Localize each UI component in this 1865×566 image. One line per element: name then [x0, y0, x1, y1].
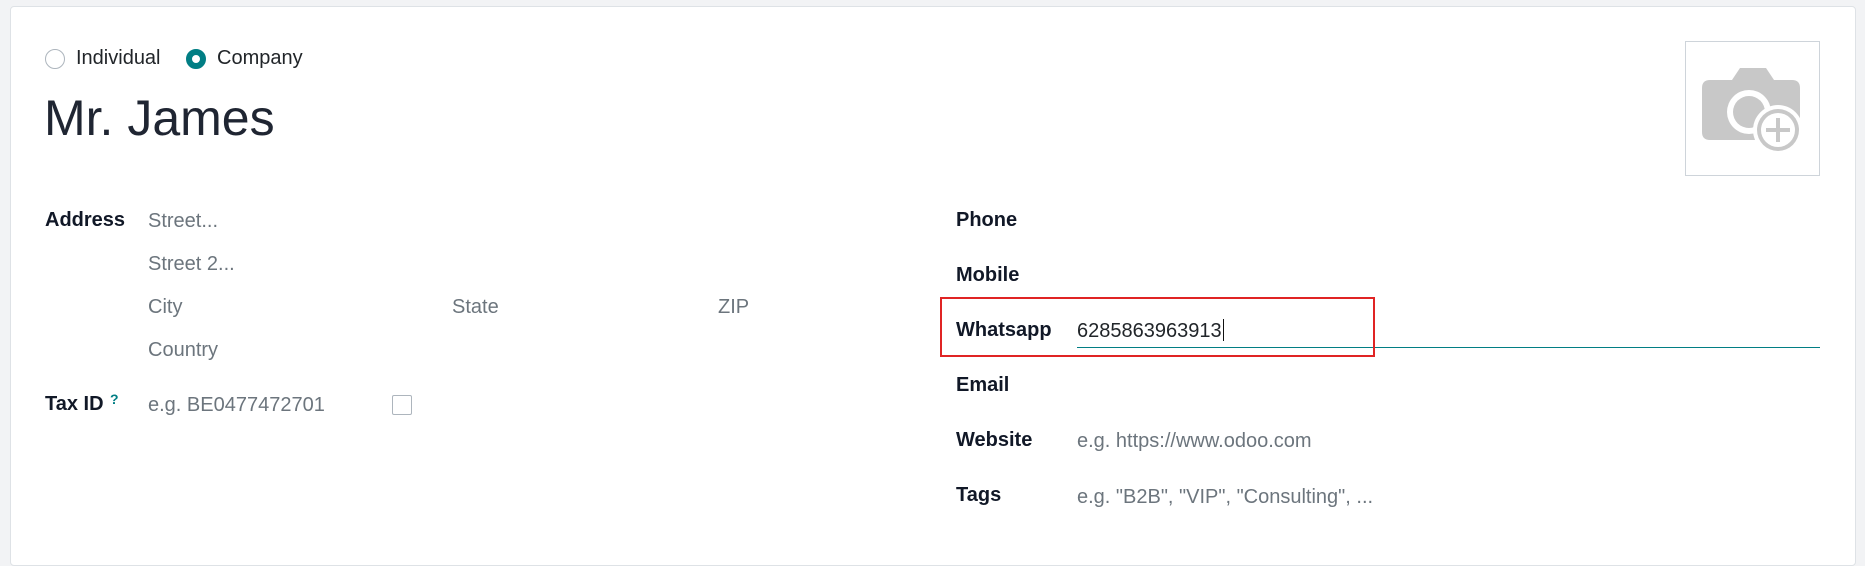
website-label: Website [956, 429, 1033, 451]
camera-plus-icon [1702, 68, 1803, 155]
email-label: Email [956, 374, 1010, 396]
city-input[interactable]: City [148, 295, 182, 319]
partner-name-field[interactable]: Mr. James [44, 88, 275, 148]
address-label: Address [45, 209, 126, 231]
whatsapp-highlight-box [940, 297, 1375, 357]
street2-input[interactable]: Street 2... [148, 252, 235, 276]
tags-input[interactable]: e.g. "B2B", "VIP", "Consulting", ... [1077, 485, 1373, 509]
phone-label: Phone [956, 209, 1018, 231]
mobile-label: Mobile [956, 264, 1020, 286]
company-radio[interactable] [186, 49, 206, 69]
partner-form-sheet [10, 6, 1856, 566]
zip-input[interactable]: ZIP [718, 295, 749, 319]
tax-id-checkbox[interactable] [392, 395, 412, 415]
tax-id-help-icon[interactable]: ? [110, 392, 119, 406]
individual-radio-label[interactable]: Individual [76, 46, 161, 70]
country-select[interactable]: Country [148, 338, 218, 362]
website-input[interactable]: e.g. https://www.odoo.com [1077, 429, 1312, 453]
street-input[interactable]: Street... [148, 209, 218, 233]
company-radio-label[interactable]: Company [217, 46, 303, 70]
tax-id-label: Tax ID [45, 393, 104, 415]
tags-label: Tags [956, 484, 1002, 506]
individual-radio[interactable] [45, 49, 65, 69]
state-select[interactable]: State [452, 295, 499, 319]
tax-id-input[interactable]: e.g. BE0477472701 [148, 393, 325, 417]
avatar-upload[interactable] [1685, 41, 1820, 176]
